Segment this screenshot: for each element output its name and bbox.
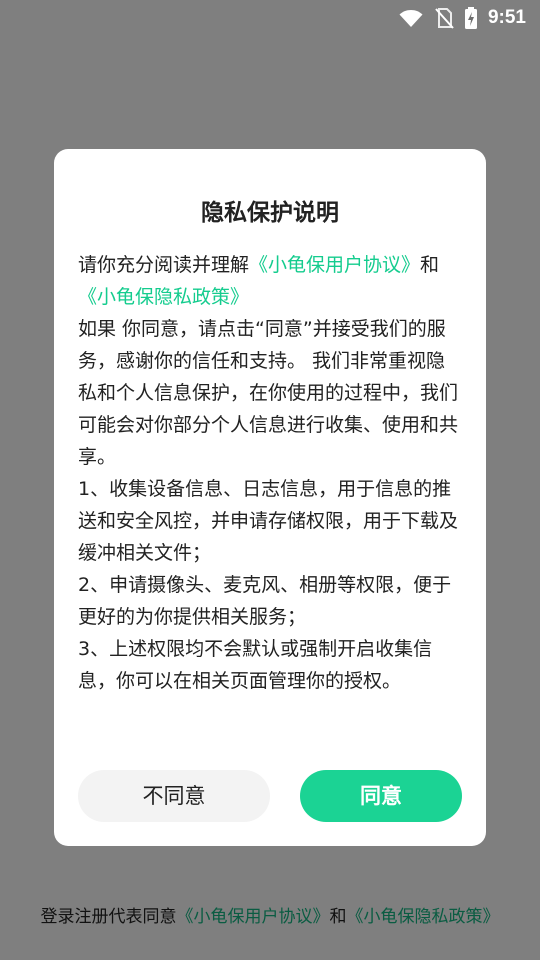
permission-item-3: 3、上述权限均不会默认或强制开启收集信息，你可以在相关页面管理你的授权。 [78, 638, 433, 692]
no-sim-icon [434, 6, 454, 30]
permission-item-2: 2、申请摄像头、麦克风、相册等权限，便于更好的为你提供相关服务； [78, 574, 452, 628]
status-bar: 9:51 [0, 0, 540, 36]
permission-item-1: 1、收集设备信息、日志信息，用于信息的推送和安全风控，并申请存储权限，用于下载及… [78, 478, 459, 564]
dialog-title: 隐私保护说明 [201, 200, 339, 226]
wifi-icon [398, 6, 424, 30]
agree-button[interactable]: 同意 [300, 770, 462, 822]
status-icons: 9:51 [398, 6, 526, 30]
dialog-body: 请你充分阅读并理解《小龟保用户协议》和《小龟保隐私政策》 如果 你同意，请点击“… [78, 249, 462, 697]
intro-paragraph: 请你充分阅读并理解《小龟保用户协议》和《小龟保隐私政策》 [78, 249, 462, 313]
disagree-button[interactable]: 不同意 [78, 770, 270, 822]
privacy-dialog: 隐私保护说明 请你充分阅读并理解《小龟保用户协议》和《小龟保隐私政策》 如果 你… [54, 149, 486, 846]
privacy-policy-link[interactable]: 《小龟保隐私政策》 [78, 286, 249, 308]
main-paragraph: 如果 你同意，请点击“同意”并接受我们的服务，感谢你的信任和支持。 我们非常重视… [78, 318, 459, 468]
intro-and: 和 [420, 254, 440, 276]
intro-prefix: 请你充分阅读并理解 [78, 254, 250, 276]
user-agreement-link[interactable]: 《小龟保用户协议》 [249, 254, 420, 276]
status-time: 9:51 [487, 7, 526, 28]
battery-charging-icon [464, 6, 478, 30]
